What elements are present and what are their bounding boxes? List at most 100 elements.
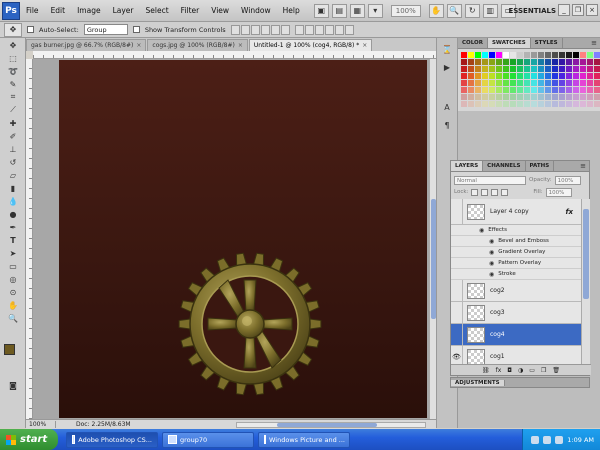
- auto-select-checkbox[interactable]: [27, 26, 34, 33]
- color-swatch[interactable]: [531, 66, 537, 72]
- lasso-tool-icon[interactable]: ➰: [3, 65, 23, 77]
- color-swatch[interactable]: [489, 73, 495, 79]
- marquee-tool-icon[interactable]: ⬚: [3, 52, 23, 64]
- color-swatch[interactable]: [587, 94, 593, 100]
- canvas-horizontal-scrollbar[interactable]: [236, 422, 426, 428]
- color-swatch[interactable]: [559, 73, 565, 79]
- layer-row[interactable]: cog2: [451, 279, 581, 302]
- lock-image-icon[interactable]: [481, 188, 489, 196]
- 3d-orbit-tool-icon[interactable]: ⊙: [3, 286, 23, 298]
- color-swatch[interactable]: [552, 73, 558, 79]
- move-tool-icon[interactable]: ✥: [4, 22, 22, 37]
- eye-icon[interactable]: ◉: [489, 249, 494, 256]
- color-swatch[interactable]: [545, 94, 551, 100]
- color-swatch[interactable]: [510, 80, 516, 86]
- eye-icon[interactable]: ◉: [479, 227, 484, 234]
- color-swatch[interactable]: [587, 87, 593, 93]
- color-swatch[interactable]: [517, 66, 523, 72]
- layer-visibility-toggle[interactable]: [451, 198, 463, 225]
- minimize-icon[interactable]: _: [558, 4, 570, 16]
- pen-tool-icon[interactable]: ✒: [3, 221, 23, 233]
- color-swatch[interactable]: [489, 80, 495, 86]
- color-swatch[interactable]: [573, 87, 579, 93]
- color-swatch[interactable]: [545, 87, 551, 93]
- color-swatch[interactable]: [594, 87, 600, 93]
- color-swatch[interactable]: [580, 80, 586, 86]
- color-swatch[interactable]: [510, 66, 516, 72]
- align-top-icon[interactable]: [230, 24, 240, 35]
- color-swatch[interactable]: [594, 52, 600, 58]
- close-icon[interactable]: ×: [238, 42, 243, 49]
- panel-menu-icon[interactable]: ≡: [591, 39, 597, 47]
- color-swatch[interactable]: [475, 94, 481, 100]
- color-swatch[interactable]: [461, 101, 467, 107]
- color-swatch[interactable]: [489, 59, 495, 65]
- color-swatch[interactable]: [496, 101, 502, 107]
- color-swatch[interactable]: [482, 87, 488, 93]
- layers-scrollbar[interactable]: [581, 199, 590, 365]
- distribute-hcenter-icon[interactable]: [334, 24, 344, 35]
- lock-all-icon[interactable]: [501, 188, 509, 196]
- scrollbar-thumb[interactable]: [277, 423, 377, 427]
- color-swatch[interactable]: [496, 87, 502, 93]
- distribute-top-icon[interactable]: [294, 24, 304, 35]
- menu-layer[interactable]: Layer: [107, 6, 140, 15]
- tab-paths[interactable]: PATHS: [526, 161, 555, 171]
- color-swatch[interactable]: [489, 52, 495, 58]
- cog-artwork[interactable]: [176, 250, 324, 398]
- distribute-vcenter-icon[interactable]: [304, 24, 314, 35]
- crop-tool-icon[interactable]: ⌗: [3, 91, 23, 103]
- color-swatch[interactable]: [531, 101, 537, 107]
- color-swatch[interactable]: [461, 59, 467, 65]
- link-layers-icon[interactable]: ⛓: [482, 367, 490, 374]
- color-swatch[interactable]: [545, 80, 551, 86]
- color-swatch[interactable]: [517, 59, 523, 65]
- color-swatch[interactable]: [573, 59, 579, 65]
- close-icon[interactable]: ×: [362, 42, 367, 49]
- color-swatch[interactable]: [468, 80, 474, 86]
- scrollbar-thumb[interactable]: [583, 209, 589, 299]
- color-swatch[interactable]: [587, 73, 593, 79]
- menu-window[interactable]: Window: [235, 6, 277, 15]
- color-swatch[interactable]: [538, 73, 544, 79]
- color-swatch[interactable]: [503, 80, 509, 86]
- tab-layers[interactable]: LAYERS: [451, 161, 484, 171]
- panel-menu-icon[interactable]: ≡: [580, 162, 586, 170]
- color-swatch[interactable]: [503, 52, 509, 58]
- doc-tab-gas-burner[interactable]: gas burner.jpg @ 66.7% (RGB/8#) ×: [26, 39, 147, 51]
- color-swatch[interactable]: [559, 80, 565, 86]
- align-left-icon[interactable]: [260, 24, 270, 35]
- eye-icon[interactable]: ◉: [489, 271, 494, 278]
- brush-tool-icon[interactable]: ✐: [3, 130, 23, 142]
- color-swatch[interactable]: [524, 80, 530, 86]
- effect-item[interactable]: ◉ Bevel and Emboss: [451, 236, 581, 247]
- color-swatch[interactable]: [559, 87, 565, 93]
- color-swatch[interactable]: [468, 66, 474, 72]
- color-swatch[interactable]: [517, 94, 523, 100]
- doc-tab-untitled-1[interactable]: Untitled-1 @ 100% (cog4, RGB/8) * ×: [248, 39, 373, 51]
- color-swatch[interactable]: [475, 73, 481, 79]
- actions-panel-icon[interactable]: ▶: [439, 60, 455, 74]
- color-swatch[interactable]: [524, 59, 530, 65]
- effect-item[interactable]: ◉ Pattern Overlay: [451, 258, 581, 269]
- color-swatch[interactable]: [538, 94, 544, 100]
- color-swatch[interactable]: [545, 73, 551, 79]
- color-swatch[interactable]: [587, 80, 593, 86]
- eyedropper-tool-icon[interactable]: ⟋: [3, 104, 23, 116]
- color-swatch[interactable]: [489, 101, 495, 107]
- color-swatch[interactable]: [496, 94, 502, 100]
- layer-visibility-toggle[interactable]: [451, 323, 463, 346]
- bridge-icon[interactable]: ▣: [313, 3, 329, 18]
- distribute-bottom-icon[interactable]: [314, 24, 324, 35]
- color-swatch[interactable]: [538, 87, 544, 93]
- volume-icon[interactable]: [543, 435, 552, 444]
- color-swatch[interactable]: [510, 59, 516, 65]
- color-swatch[interactable]: [531, 80, 537, 86]
- layer-row[interactable]: Layer 4 copy fx: [451, 198, 581, 225]
- color-swatch[interactable]: [524, 94, 530, 100]
- lock-position-icon[interactable]: [491, 188, 499, 196]
- vertical-ruler[interactable]: [26, 59, 33, 419]
- color-swatch[interactable]: [545, 59, 551, 65]
- add-mask-icon[interactable]: ◘: [507, 367, 512, 374]
- color-swatch[interactable]: [475, 52, 481, 58]
